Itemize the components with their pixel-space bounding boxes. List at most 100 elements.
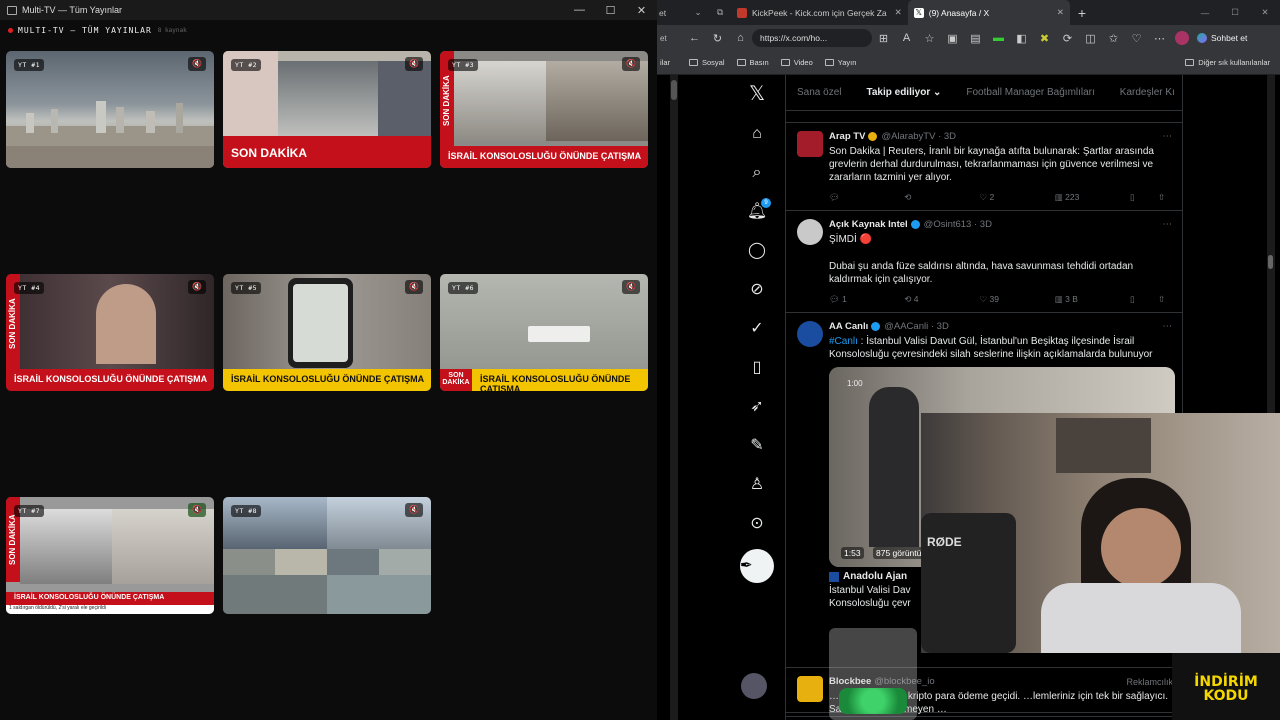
window-close-button[interactable]: ✕	[1250, 7, 1280, 18]
heart-icon[interactable]: ♡	[1125, 32, 1148, 45]
mute-icon[interactable]: 🔇	[405, 280, 423, 294]
favorites-icon[interactable]: ✩	[1102, 32, 1125, 45]
close-button[interactable]: ✕	[626, 4, 657, 17]
window-minimize-button[interactable]: —	[1190, 8, 1220, 18]
share-icon[interactable]: ⇧	[1158, 192, 1172, 203]
split-screen-icon[interactable]: ◫	[1079, 32, 1102, 45]
bookmark-folder[interactable]: Sosyal	[689, 58, 725, 67]
tab-x-home[interactable]: 𝕏 (9) Anasayfa / X ✕	[907, 0, 1070, 25]
extension-icon[interactable]: ▣	[941, 32, 964, 45]
mute-icon[interactable]: 🔇	[622, 57, 640, 71]
avatar[interactable]	[797, 219, 823, 245]
refresh-extension-icon[interactable]: ⟳	[1056, 32, 1079, 45]
stream-tile[interactable]: İSRAİL KONSOLOSLUĞU ÖNÜNDE ÇATIŞMA SON D…	[440, 274, 648, 391]
bookmark-folder[interactable]: Basın	[736, 58, 769, 67]
window-maximize-button[interactable]: ☐	[1220, 7, 1250, 18]
edit-doc-icon[interactable]: ✎	[734, 426, 780, 465]
unmuted-icon[interactable]: 🔇	[188, 503, 206, 517]
minimize-button[interactable]: —	[564, 4, 595, 17]
more-options-icon[interactable]: ⋯	[1163, 131, 1173, 142]
tab-following[interactable]: Takip ediliyor ⌄	[866, 87, 941, 98]
close-tab-icon[interactable]: ✕	[895, 7, 902, 18]
mute-icon[interactable]: 🔇	[405, 57, 423, 71]
search-icon[interactable]: ⌕	[734, 153, 780, 192]
author-name[interactable]: Açık Kaynak Intel	[829, 219, 908, 230]
split-icon[interactable]: ⊞	[872, 32, 895, 45]
tab-for-you[interactable]: Sana özel	[797, 87, 841, 98]
left-scrollbar[interactable]	[670, 75, 678, 720]
author-handle[interactable]: @AACanli	[884, 321, 928, 332]
author-name[interactable]: AA Canlı	[829, 321, 868, 332]
notifications-icon[interactable]: 🔔︎ 9	[734, 192, 780, 231]
tab-list-kardesler[interactable]: Kardeşler Kı	[1120, 87, 1175, 98]
retweet-icon[interactable]: ⟲	[904, 192, 979, 203]
profile-icon[interactable]: ♙	[734, 465, 780, 504]
rocket-icon[interactable]: ➶	[734, 387, 780, 426]
back-icon[interactable]: ←	[683, 32, 706, 44]
home-icon[interactable]: ⌂	[734, 114, 780, 153]
extension-icon[interactable]: ▤	[964, 32, 987, 45]
avatar[interactable]	[797, 676, 823, 702]
favorite-star-icon[interactable]: ☆	[918, 32, 941, 45]
author-handle[interactable]: @Osint613	[924, 219, 972, 230]
address-bar[interactable]: https://x.com/ho...	[752, 29, 872, 47]
bookmark-folder[interactable]: Video	[780, 58, 813, 67]
mute-icon[interactable]: 🔇	[188, 57, 206, 71]
stream-tile[interactable]: SON DAKİKA İSRAİL KONSOLOSLUĞU ÖNÜNDE ÇA…	[6, 274, 214, 391]
avatar[interactable]	[797, 131, 823, 157]
stream-tile[interactable]: SON DAKİKA İSRAİL KONSOLOSLUĞU ÖNÜNDE ÇA…	[6, 497, 214, 614]
new-tab-icon[interactable]: +	[1078, 5, 1086, 21]
timestamp[interactable]: 3D	[980, 219, 992, 230]
messages-icon[interactable]: ◯	[734, 231, 780, 270]
timestamp[interactable]: 3D	[937, 321, 949, 332]
more-icon[interactable]: ⊙	[734, 504, 780, 543]
more-icon[interactable]: ⋯	[1148, 32, 1171, 45]
bookmark-partial[interactable]: ilar	[657, 58, 677, 67]
post-button[interactable]: ✒	[740, 549, 774, 583]
stream-tile[interactable]: YT #8 🔇	[223, 497, 431, 614]
timestamp[interactable]: 3D	[944, 131, 956, 142]
like-button[interactable]: ♡ 39	[980, 294, 1055, 305]
like-button[interactable]: ♡ 2	[980, 192, 1055, 203]
stream-tile[interactable]: YT #1 🔇	[6, 51, 214, 168]
author-name[interactable]: Arap TV	[829, 131, 865, 142]
reload-icon[interactable]: ↻	[706, 32, 729, 45]
mute-icon[interactable]: 🔇	[622, 280, 640, 294]
copilot-label[interactable]: Sohbet et	[1211, 33, 1247, 43]
close-tab-icon[interactable]: ✕	[1057, 7, 1064, 18]
mute-icon[interactable]: 🔇	[188, 280, 206, 294]
read-aloud-icon[interactable]: A	[895, 32, 918, 44]
page-scroll-thumb[interactable]	[1268, 255, 1273, 269]
other-bookmarks[interactable]: Diğer sık kullanılanlar	[1185, 58, 1270, 67]
retweet-button[interactable]: ⟲ 4	[904, 294, 979, 305]
extension-icon[interactable]: ▬	[987, 32, 1010, 44]
grok-icon[interactable]: ⊘	[734, 270, 780, 309]
account-avatar[interactable]	[741, 673, 767, 699]
bookmark-icon[interactable]: ▯	[1130, 294, 1158, 305]
verified-icon[interactable]: ✓	[734, 309, 780, 348]
home-icon[interactable]: ⌂	[729, 32, 752, 44]
extension-icon[interactable]: ◧	[1010, 32, 1033, 45]
reply-icon[interactable]: 💬︎	[829, 192, 904, 203]
reply-button[interactable]: 💬︎ 1	[829, 294, 904, 305]
tweet[interactable]: Arap TV @AlarabyTV · 3D ⋯ Son Dakika | R…	[786, 123, 1182, 211]
extension-icon[interactable]: ✖	[1033, 32, 1056, 45]
workspaces-icon[interactable]: ⧉	[709, 7, 731, 18]
more-options-icon[interactable]: ⋯	[1163, 219, 1173, 230]
avatar[interactable]	[797, 321, 823, 347]
hashtag[interactable]: #Canlı	[829, 336, 858, 347]
tab-kickpeek[interactable]: KickPeek - Kick.com için Gerçek Za ✕	[731, 0, 908, 25]
views-count[interactable]: ▥ 223	[1055, 192, 1130, 203]
mute-icon[interactable]: 🔇	[405, 503, 423, 517]
copilot-icon[interactable]	[1197, 33, 1207, 43]
bookmark-folder[interactable]: Yayın	[824, 58, 856, 67]
views-count[interactable]: ▥ 3 B	[1055, 294, 1130, 305]
maximize-button[interactable]: ☐	[595, 4, 626, 17]
bookmarks-icon[interactable]: ▯	[734, 348, 780, 387]
stream-tile[interactable]: SON DAKİKA İSRAİL KONSOLOSLUĞU ÖNÜNDE ÇA…	[440, 51, 648, 168]
tab-list-icon[interactable]: ⌄	[687, 7, 709, 18]
more-options-icon[interactable]: ⋯	[1163, 321, 1173, 332]
bookmark-icon[interactable]: ▯	[1130, 192, 1158, 203]
tweet[interactable]: Açık Kaynak Intel @Osint613 · 3D ⋯ ŞİMDİ…	[786, 211, 1182, 313]
stream-tile[interactable]: SON DAKİKA YT #2 🔇	[223, 51, 431, 168]
